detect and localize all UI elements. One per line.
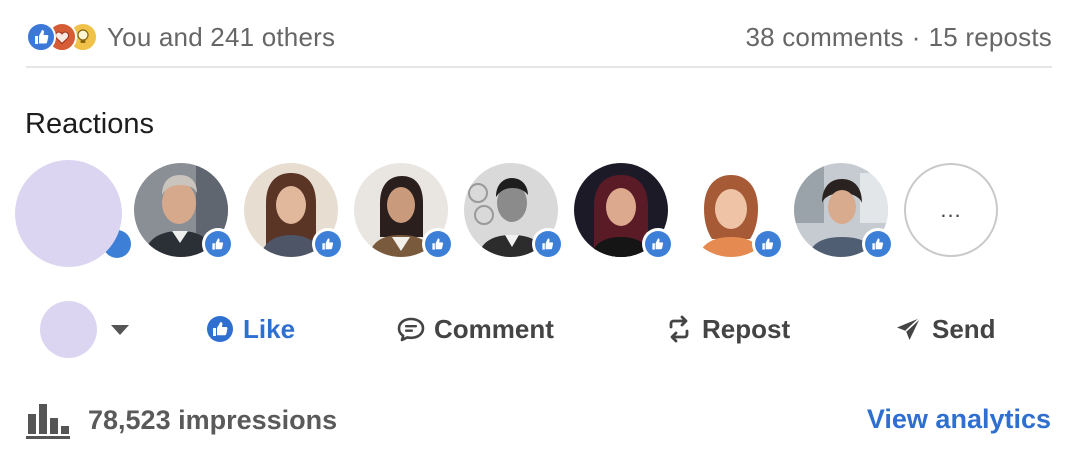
send-button[interactable]: Send bbox=[894, 306, 996, 352]
like-badge bbox=[642, 228, 674, 260]
reactor-avatar-item[interactable] bbox=[244, 163, 344, 260]
comment-label: Comment bbox=[434, 313, 554, 344]
divider bbox=[26, 66, 1052, 68]
send-label: Send bbox=[932, 313, 996, 344]
view-analytics-link[interactable]: View analytics bbox=[867, 404, 1051, 435]
avatar bbox=[15, 160, 122, 267]
separator-dot: · bbox=[911, 21, 921, 52]
reactor-avatar-item[interactable] bbox=[794, 163, 894, 260]
reactor-avatar-item[interactable] bbox=[464, 163, 564, 260]
reactor-avatar-item[interactable] bbox=[134, 163, 234, 260]
post-social-footer: You and 241 others 38 comments · 15 repo… bbox=[0, 0, 1080, 467]
repost-button[interactable]: Repost bbox=[664, 306, 790, 352]
repost-icon bbox=[664, 314, 694, 344]
social-counts-bar: You and 241 others 38 comments · 15 repo… bbox=[26, 16, 1052, 58]
comments-count-link[interactable]: 38 comments bbox=[745, 22, 903, 53]
like-badge bbox=[752, 228, 784, 260]
own-avatar-item[interactable] bbox=[15, 160, 131, 267]
comment-icon bbox=[396, 314, 426, 344]
like-badge bbox=[532, 228, 564, 260]
repost-label: Repost bbox=[702, 313, 791, 344]
engagement-counts: 38 comments · 15 reposts bbox=[745, 22, 1052, 53]
like-badge bbox=[422, 228, 454, 260]
reactor-avatar-item[interactable] bbox=[574, 163, 674, 260]
reactors-summary[interactable]: You and 241 others bbox=[26, 22, 335, 53]
like-icon bbox=[26, 22, 56, 52]
like-button[interactable]: Like bbox=[205, 306, 295, 352]
reactor-avatar-item[interactable] bbox=[684, 163, 784, 260]
like-badge bbox=[202, 228, 234, 260]
reactors-avatar-list: ... bbox=[0, 160, 1080, 270]
like-label: Like bbox=[243, 313, 296, 344]
like-badge bbox=[312, 228, 344, 260]
comment-button[interactable]: Comment bbox=[396, 306, 554, 352]
like-icon bbox=[205, 314, 235, 344]
impressions-count: 78,523 impressions bbox=[88, 404, 338, 435]
impressions-stat: 78,523 impressions bbox=[26, 400, 337, 440]
actor-picker[interactable] bbox=[40, 301, 129, 358]
bar-chart-icon bbox=[26, 400, 70, 440]
more-reactions-button[interactable]: ... bbox=[904, 163, 998, 257]
reposts-count-link[interactable]: 15 reposts bbox=[929, 22, 1052, 53]
send-icon bbox=[894, 314, 924, 344]
reactors-count-text[interactable]: You and 241 others bbox=[107, 22, 335, 53]
reactor-avatar-item[interactable] bbox=[354, 163, 454, 260]
like-badge bbox=[862, 228, 894, 260]
avatar bbox=[40, 301, 97, 358]
caret-down-icon bbox=[111, 324, 129, 335]
reactions-heading: Reactions bbox=[25, 108, 154, 140]
